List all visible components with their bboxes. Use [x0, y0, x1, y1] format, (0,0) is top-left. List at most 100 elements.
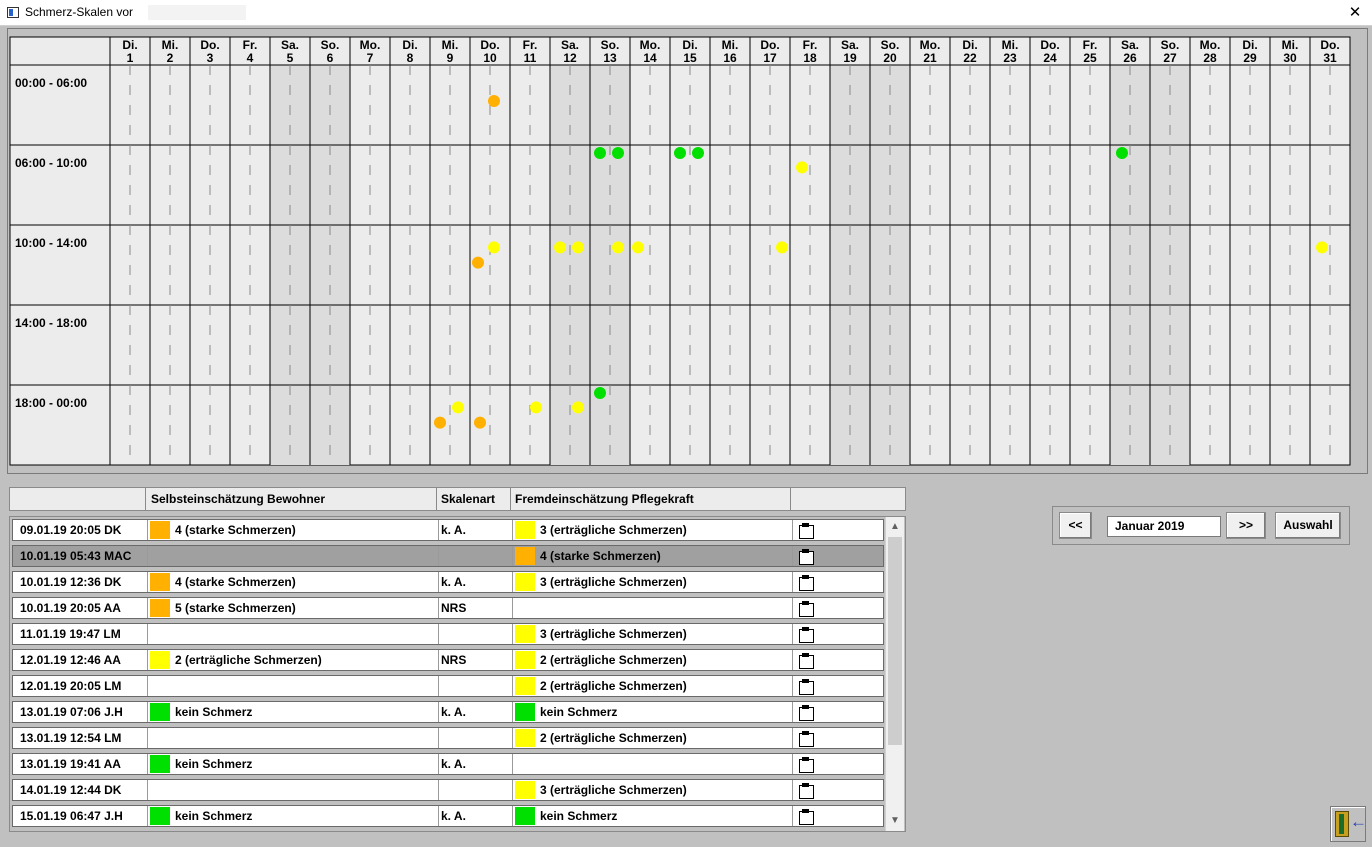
cell-separator — [792, 546, 793, 566]
clipboard-icon[interactable] — [797, 808, 815, 825]
clipboard-icon[interactable] — [797, 600, 815, 617]
day-number-label: 27 — [1163, 51, 1177, 65]
cell-separator — [147, 728, 148, 748]
clipboard-icon[interactable] — [797, 626, 815, 643]
month-display: Januar 2019 — [1107, 516, 1221, 537]
cell-separator — [512, 702, 513, 722]
table-row[interactable]: 11.01.19 19:47 LM 3 (erträgliche Schmerze… — [12, 623, 884, 645]
foreign-color-swatch — [515, 677, 535, 695]
day-name-label: Mi. — [1282, 38, 1299, 52]
table-row[interactable]: 10.01.19 20:05 AA 5 (starke Schmerzen) NRS — [12, 597, 884, 619]
day-number-label: 11 — [524, 51, 537, 65]
cell-separator — [438, 624, 439, 644]
table-row[interactable]: 12.01.19 20:05 LM 2 (erträgliche Schmerze… — [12, 675, 884, 697]
foreign-color-swatch — [515, 651, 535, 669]
cell-separator — [512, 650, 513, 670]
exit-button[interactable]: ← — [1330, 806, 1367, 842]
row-self-assessment: kein Schmerz — [175, 705, 253, 719]
cell-separator — [147, 676, 148, 696]
cell-separator — [438, 598, 439, 618]
foreign-color-swatch — [515, 521, 535, 539]
table-row[interactable]: 10.01.19 12:36 DK 4 (starke Schmerzen) k. … — [12, 571, 884, 593]
row-self-assessment: 4 (starke Schmerzen) — [175, 575, 296, 589]
self-color-swatch — [150, 807, 170, 825]
scroll-down-arrow-icon[interactable]: ▼ — [886, 812, 904, 830]
table-row[interactable]: 09.01.19 20:05 DK 4 (starke Schmerzen) k. … — [12, 519, 884, 541]
pain-point-yellow — [572, 241, 584, 254]
row-foreign-assessment: 3 (erträgliche Schmerzen) — [540, 783, 687, 797]
cell-separator — [438, 520, 439, 540]
day-number-label: 23 — [1003, 51, 1017, 65]
day-number-label: 9 — [447, 51, 454, 65]
cell-separator — [147, 572, 148, 592]
day-number-label: 16 — [723, 51, 737, 65]
table-row[interactable]: 15.01.19 06:47 J.H kein Schmerz k. A. kein … — [12, 805, 884, 827]
table-row[interactable]: 12.01.19 12:46 AA 2 (erträgliche Schmerze… — [12, 649, 884, 671]
self-color-swatch — [150, 755, 170, 773]
table-row[interactable]: 14.01.19 12:44 DK 3 (erträgliche Schmerze… — [12, 779, 884, 801]
clipboard-icon[interactable] — [797, 704, 815, 721]
scroll-up-arrow-icon[interactable]: ▲ — [886, 518, 904, 536]
cell-separator — [792, 754, 793, 774]
select-button[interactable]: Auswahl — [1275, 512, 1341, 539]
day-name-label: Mo. — [920, 38, 941, 52]
cell-separator — [792, 520, 793, 540]
header-self-assessment: Selbsteinschätzung Bewohner — [151, 492, 326, 506]
pain-point-green — [692, 147, 704, 159]
cell-separator — [512, 676, 513, 696]
cell-separator — [512, 520, 513, 540]
pain-point-yellow — [452, 401, 464, 414]
cell-separator — [438, 702, 439, 722]
row-date: 10.01.19 05:43 MAC — [20, 549, 132, 563]
cell-separator — [792, 572, 793, 592]
pain-point-orange — [488, 95, 500, 107]
cell-separator — [792, 598, 793, 618]
cell-separator — [147, 754, 148, 774]
clipboard-icon[interactable] — [797, 522, 815, 539]
clipboard-icon[interactable] — [797, 574, 815, 591]
cell-separator — [792, 650, 793, 670]
close-button[interactable]: ✕ — [1338, 0, 1372, 26]
day-number-label: 26 — [1123, 51, 1137, 65]
row-self-assessment: kein Schmerz — [175, 809, 253, 823]
table-row[interactable]: 13.01.19 12:54 LM 2 (erträgliche Schmerze… — [12, 727, 884, 749]
row-date: 14.01.19 12:44 DK — [20, 783, 122, 797]
clipboard-icon[interactable] — [797, 652, 815, 669]
cell-separator — [512, 598, 513, 618]
clipboard-icon[interactable] — [797, 782, 815, 799]
next-month-button[interactable]: >> — [1226, 512, 1266, 539]
assessment-table: 09.01.19 20:05 DK 4 (starke Schmerzen) k. … — [9, 516, 906, 832]
prev-month-button[interactable]: << — [1059, 512, 1092, 539]
clipboard-icon[interactable] — [797, 548, 815, 565]
row-self-assessment: kein Schmerz — [175, 757, 253, 771]
row-foreign-assessment: 4 (starke Schmerzen) — [540, 549, 661, 563]
table-row[interactable]: 13.01.19 19:41 AA kein Schmerz k. A. — [12, 753, 884, 775]
pain-point-green — [612, 147, 624, 159]
month-navigation: << Januar 2019 >> Auswahl — [1052, 506, 1350, 545]
cell-separator — [438, 546, 439, 566]
day-number-label: 14 — [643, 51, 657, 65]
scroll-thumb[interactable] — [888, 537, 902, 745]
clipboard-icon[interactable] — [797, 678, 815, 695]
table-row[interactable]: 10.01.19 05:43 MAC 4 (starke Schmerzen) — [12, 545, 884, 567]
cell-separator — [512, 546, 513, 566]
day-number-label: 17 — [763, 51, 777, 65]
cell-separator — [438, 650, 439, 670]
pain-point-yellow — [530, 401, 542, 414]
clipboard-icon[interactable] — [797, 756, 815, 773]
table-scrollbar[interactable]: ▲ ▼ — [885, 517, 904, 831]
redacted-name — [148, 5, 246, 20]
self-color-swatch — [150, 599, 170, 617]
day-number-label: 13 — [603, 51, 617, 65]
day-name-label: Fr. — [1083, 38, 1098, 52]
day-name-label: Sa. — [561, 38, 579, 52]
row-date: 10.01.19 20:05 AA — [20, 601, 121, 615]
day-name-label: Do. — [760, 38, 779, 52]
day-name-label: Mo. — [360, 38, 381, 52]
day-number-label: 12 — [563, 51, 577, 65]
pain-point-yellow — [776, 241, 788, 254]
row-date: 13.01.19 19:41 AA — [20, 757, 121, 771]
cell-separator — [792, 728, 793, 748]
clipboard-icon[interactable] — [797, 730, 815, 747]
table-row[interactable]: 13.01.19 07:06 J.H kein Schmerz k. A. kein … — [12, 701, 884, 723]
